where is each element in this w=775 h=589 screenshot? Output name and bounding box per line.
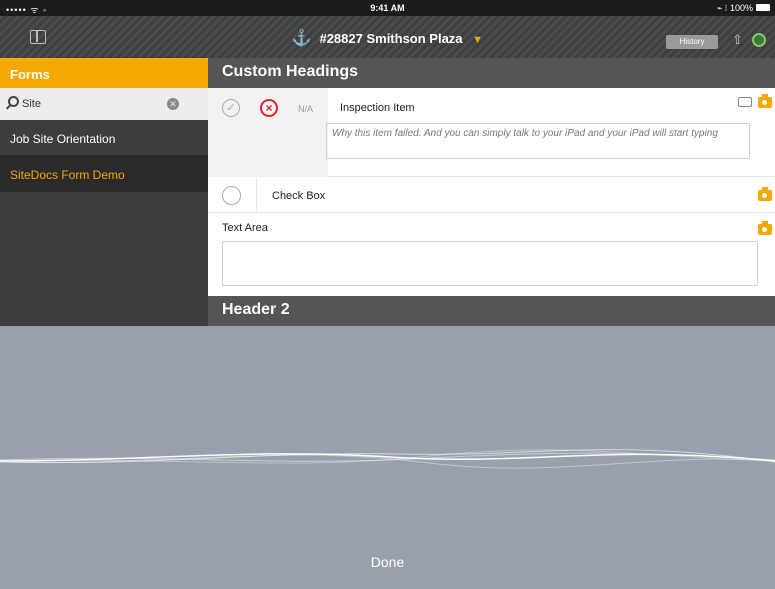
project-title: #28827 Smithson Plaza — [319, 31, 463, 46]
checkbox-label: Check Box — [272, 190, 326, 202]
camera-icon[interactable] — [758, 94, 772, 108]
sidebar-item-sitedocs-form-demo[interactable]: SiteDocs Form Demo — [0, 156, 208, 192]
comment-icon[interactable] — [738, 97, 752, 107]
nav-bar: ⚓ #28827 Smithson Plaza ▼ History ⇧ — [0, 16, 775, 58]
row-divider — [256, 178, 257, 213]
project-selector[interactable]: ⚓ #28827 Smithson Plaza ▼ — [0, 28, 775, 48]
search-icon — [8, 96, 19, 107]
share-icon[interactable]: ⇧ — [732, 32, 743, 48]
app: ••••• ᯤ ◦ 9:41 AM ⌁ ⁝ 100% ⚓ #28827 Smit… — [0, 0, 775, 589]
chevron-down-icon: ▼ — [472, 34, 484, 46]
search-bar: ✕ — [0, 88, 208, 120]
sidebar: Forms ✕ Job Site Orientation SiteDocs Fo… — [0, 58, 208, 326]
form-content: Custom Headings ✓ × N/A Inspection Item … — [208, 58, 775, 326]
voice-waveform — [0, 449, 775, 469]
section-header: Custom Headings — [208, 58, 775, 88]
section-header-2: Header 2 — [208, 296, 775, 326]
history-button[interactable]: History — [666, 35, 718, 49]
text-area-field[interactable] — [222, 241, 758, 286]
done-button[interactable]: Done — [0, 554, 775, 570]
na-option[interactable]: N/A — [298, 104, 313, 114]
fail-icon[interactable]: × — [260, 99, 278, 117]
check-icon[interactable]: ✓ — [222, 99, 240, 117]
clear-icon[interactable]: ✕ — [167, 98, 179, 110]
dictation-panel: Done — [0, 326, 775, 589]
battery-label: ⌁ ⁝ 100% — [716, 3, 753, 13]
inspection-item-label: Inspection Item — [340, 102, 415, 114]
textarea-label: Text Area — [222, 222, 268, 234]
status-bar: ••••• ᯤ ◦ 9:41 AM ⌁ ⁝ 100% — [0, 0, 775, 16]
checkbox-row: Check Box — [208, 178, 775, 213]
search-input[interactable] — [22, 95, 162, 113]
failure-note-field[interactable]: Why this item failed. And you can simply… — [326, 123, 750, 159]
anchor-icon: ⚓ — [291, 30, 312, 47]
checkbox-toggle[interactable] — [222, 186, 241, 205]
status-time: 9:41 AM — [370, 3, 405, 13]
battery-icon — [756, 4, 770, 11]
gear-icon[interactable] — [752, 33, 766, 47]
camera-icon[interactable] — [758, 221, 772, 235]
camera-icon[interactable] — [758, 187, 772, 201]
inspection-item-row: ✓ × N/A Inspection Item Why this item fa… — [208, 88, 775, 177]
sidebar-header: Forms — [0, 58, 208, 88]
sidebar-item-job-site-orientation[interactable]: Job Site Orientation — [0, 120, 208, 156]
